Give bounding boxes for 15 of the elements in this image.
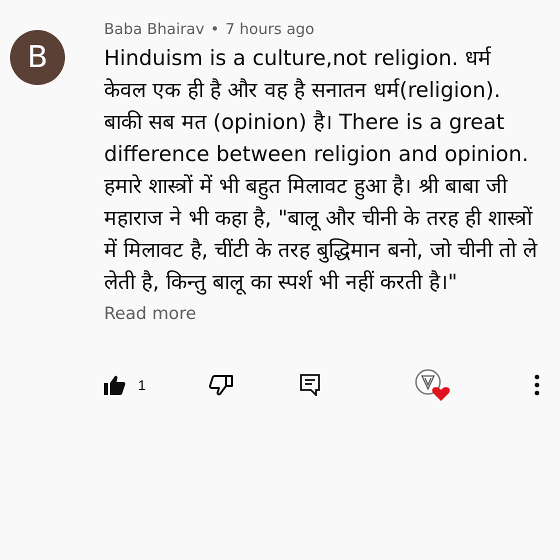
thumbs-down-icon [208,374,234,396]
like-count: 1 [138,377,146,393]
reply-button[interactable] [300,374,320,396]
more-icon [534,374,540,396]
thumbs-up-icon [104,375,126,395]
comment-icon [300,374,320,396]
like-button[interactable]: 1 [104,375,146,395]
avatar[interactable]: B [10,30,65,85]
more-options-button[interactable] [534,374,540,396]
comment-time: 7 hours ago [225,20,314,38]
separator-dot: • [210,20,220,38]
comment-text: Hinduism is a culture,not religion. धर्म केवल एक ही है और वह है सनातन धर्म(religion). बाकी सब मत (opinion) है। There is a great difference between religion and opinion. हमारे शास्त्रों में भी बहुत मिलावट हुआ है। श्री बाबा जी महाराज ने भी कहा है, "बालू और चीनी के तरह ही शास्त्रों में मिलावट है, चींटी के तरह बुद्धिमान बनो, जो चीनी तो ले लेती है, किन्तु बालू का स्पर्श भी नहीं करती है।" [104,45,538,297]
dislike-button[interactable] [208,374,234,396]
author-name[interactable]: Baba Bhairav [104,20,204,38]
read-more-link[interactable]: Read more [104,304,196,324]
